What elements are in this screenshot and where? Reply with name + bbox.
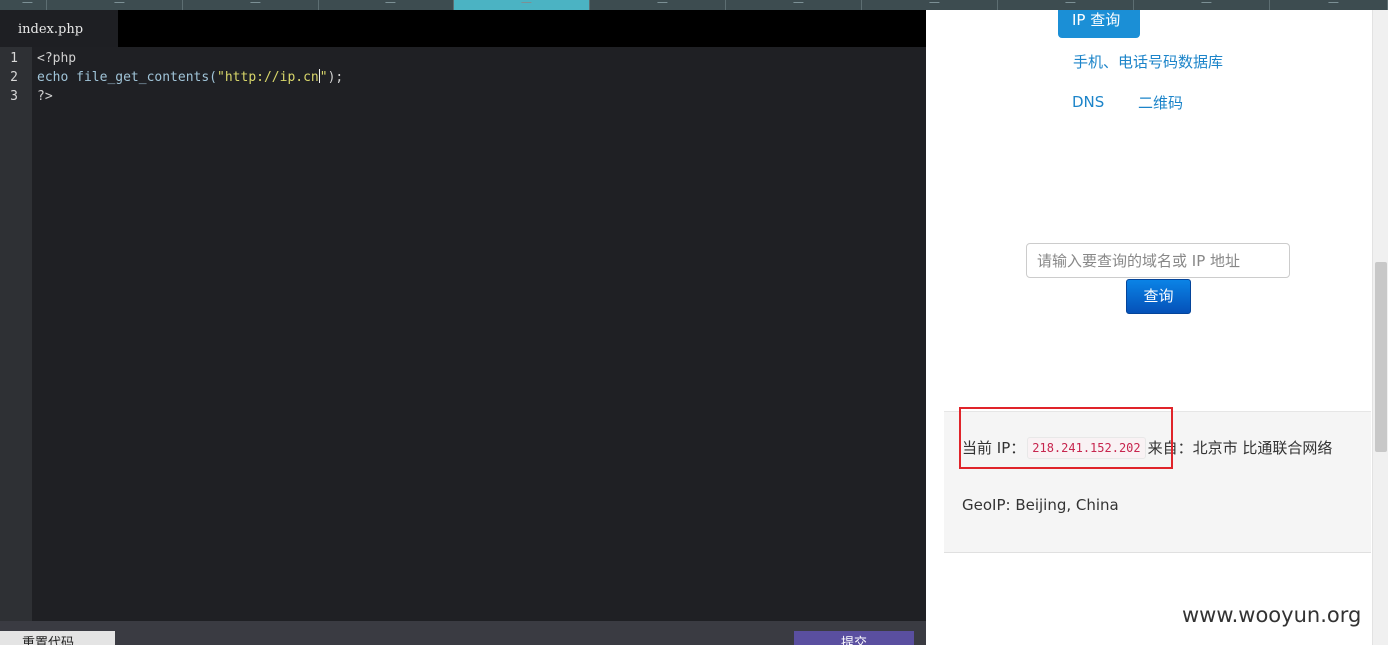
code-line-3[interactable]: ?> <box>37 87 53 106</box>
nav-phone-database[interactable]: 手机、电话号码数据库 <box>1073 51 1223 72</box>
editor-tabbar: index.php <box>0 10 926 47</box>
code-line-2[interactable]: echo file_get_contents("http://ip.cn"); <box>37 68 343 87</box>
submit-button[interactable]: 提交 <box>794 631 914 645</box>
top-segment[interactable] <box>1270 0 1388 10</box>
browser-output-panel: IP 查询 手机、电话号码数据库 DNS 二维码 查询 当前 IP：218.24… <box>926 10 1388 645</box>
line-number: 3 <box>10 89 18 104</box>
top-segment[interactable] <box>47 0 183 10</box>
code-text-area[interactable]: <?php echo file_get_contents("http://ip.… <box>32 47 926 621</box>
domain-ip-search-input[interactable] <box>1026 243 1290 278</box>
nav-ip-query[interactable]: IP 查询 <box>1058 10 1140 38</box>
scrollbar-thumb[interactable] <box>1375 262 1387 452</box>
top-segment-active[interactable] <box>454 0 590 10</box>
code-line-1[interactable]: <?php <box>37 49 76 68</box>
line-number-gutter: 1 2 3 <box>0 47 32 621</box>
editor-bottom-bar: 重置代码 提交 <box>0 621 926 645</box>
reset-code-button[interactable]: 重置代码 <box>0 631 115 645</box>
geoip-text: GeoIP: Beijing, China <box>962 496 1119 514</box>
top-segment[interactable] <box>0 0 47 10</box>
watermark-text: www.wooyun.org <box>1182 603 1362 627</box>
editor-tab-index-php[interactable]: index.php <box>0 10 118 47</box>
top-segment[interactable] <box>590 0 726 10</box>
top-segment[interactable] <box>183 0 319 10</box>
code-string: "http://ip.cn <box>217 70 319 85</box>
red-highlight-box <box>959 407 1173 469</box>
query-button[interactable]: 查询 <box>1126 279 1191 314</box>
line-number: 1 <box>10 51 18 66</box>
code-function-call: echo file_get_contents( <box>37 70 218 85</box>
code-editor: index.php 1 2 3 <?php echo file_get_cont… <box>0 10 926 645</box>
nav-dns[interactable]: DNS <box>1072 93 1104 111</box>
top-segment[interactable] <box>319 0 454 10</box>
nav-qrcode[interactable]: 二维码 <box>1138 92 1183 113</box>
code-string-quote: " <box>319 70 328 85</box>
top-segment[interactable] <box>1134 0 1270 10</box>
vertical-scrollbar[interactable] <box>1372 10 1388 645</box>
top-segment[interactable] <box>998 0 1134 10</box>
line-number: 2 <box>10 70 18 85</box>
location-text: 来自：北京市 比通联合网络 <box>1147 439 1333 457</box>
code-tail: ); <box>327 70 344 85</box>
top-segment[interactable] <box>726 0 862 10</box>
top-segment[interactable] <box>862 0 998 10</box>
top-tab-strip <box>0 0 1388 10</box>
